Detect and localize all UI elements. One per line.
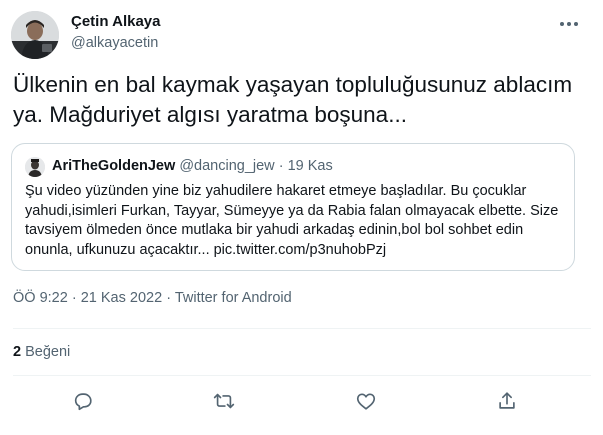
share-icon — [496, 390, 518, 412]
quote-text: Şu video yüzünden yine biz yahudilere ha… — [25, 183, 559, 258]
tweet-card: Çetin Alkaya @alkayacetin Ülkenin en bal… — [0, 0, 603, 435]
reply-icon — [72, 390, 94, 412]
author-name[interactable]: Çetin Alkaya — [71, 13, 160, 30]
meta-separator: · — [71, 290, 77, 306]
meta-separator: · — [166, 290, 172, 306]
author-handle[interactable]: @alkayacetin — [71, 35, 158, 51]
tweet-time[interactable]: ÖÖ 9:22 — [13, 290, 68, 306]
quote-author-handle: @dancing_jew — [179, 158, 275, 174]
quote-separator: · — [278, 158, 284, 174]
retweet-button[interactable] — [207, 386, 241, 416]
quote-author-name: AriTheGoldenJew — [52, 158, 176, 174]
tweet-date[interactable]: 21 Kas 2022 — [81, 290, 162, 306]
retweet-icon — [213, 390, 235, 412]
likes-stat[interactable]: 2 Beğeni — [13, 344, 70, 360]
quote-date: 19 Kas — [287, 158, 333, 174]
quote-header: AriTheGoldenJew @dancing_jew · 19 Kas — [52, 158, 333, 174]
reply-button[interactable] — [66, 386, 100, 416]
tweet-source[interactable]: Twitter for Android — [175, 290, 292, 306]
quote-author-avatar — [25, 157, 45, 177]
share-button[interactable] — [490, 386, 524, 416]
author-avatar[interactable] — [11, 11, 59, 59]
divider — [13, 328, 591, 329]
tweet-text: Ülkenin en bal kaymak yaşayan topluluğus… — [13, 72, 573, 127]
more-icon — [559, 21, 579, 27]
likes-label: Beğeni — [25, 344, 71, 360]
more-options-button[interactable] — [556, 12, 582, 36]
like-button[interactable] — [349, 386, 383, 416]
divider — [13, 375, 591, 376]
like-icon — [355, 390, 377, 412]
tweet-meta: ÖÖ 9:22 · 21 Kas 2022 · Twitter for Andr… — [13, 290, 292, 306]
likes-count: 2 — [13, 344, 22, 360]
quote-tweet[interactable]: AriTheGoldenJew @dancing_jew · 19 Kas Şu… — [11, 143, 575, 271]
